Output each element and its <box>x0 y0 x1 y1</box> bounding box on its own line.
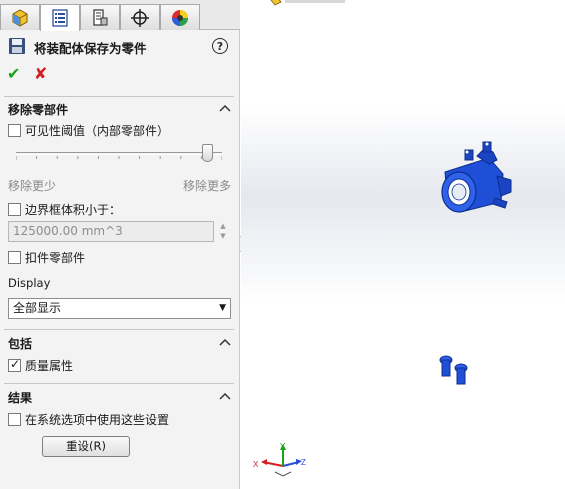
tab-display-manager[interactable] <box>160 4 200 30</box>
slider-ticks <box>16 156 222 160</box>
system-options-label: 在系统选项中使用这些设置 <box>25 413 170 427</box>
mass-properties-label: 质量属性 <box>25 359 74 373</box>
visibility-slider-thumb[interactable] <box>202 144 214 162</box>
ok-button[interactable]: ✔ <box>7 64 20 83</box>
triad-y-label: Y <box>280 442 286 451</box>
display-select[interactable]: 全部显示 ▼ <box>8 298 231 319</box>
tab-feature-manager[interactable] <box>0 4 40 30</box>
mass-properties-checkbox[interactable] <box>8 357 21 372</box>
system-options-checkbox[interactable] <box>8 413 21 426</box>
fastener-checkbox[interactable] <box>8 251 21 264</box>
page-title: 将装配体保存为零件 <box>34 41 147 56</box>
triad-z-label: Z <box>301 458 306 467</box>
feature-tree-stub <box>270 0 345 6</box>
visibility-threshold-label: 可见性阈值（内部零部件） <box>25 124 170 138</box>
help-icon[interactable]: ? <box>212 38 228 54</box>
divider <box>4 383 234 384</box>
crosshair-icon <box>131 8 149 27</box>
reset-button[interactable]: 重设(R) <box>42 436 130 457</box>
chevron-up-icon[interactable] <box>219 103 231 113</box>
slider-max-label: 移除更多 <box>183 179 232 193</box>
chevron-up-icon[interactable] <box>219 391 231 401</box>
color-wheel-icon <box>172 9 188 26</box>
stepper-down-icon[interactable]: ▼ <box>216 231 230 241</box>
property-list-icon <box>52 9 68 27</box>
slider-min-label: 移除更少 <box>8 179 57 193</box>
bbox-volume-stepper[interactable]: ▲ ▼ <box>216 221 230 242</box>
visibility-threshold-checkbox[interactable] <box>8 124 21 137</box>
save-icon <box>9 38 25 54</box>
graphics-area[interactable]: X Y Z <box>241 0 565 489</box>
display-select-value: 全部显示 <box>13 301 62 315</box>
stepper-up-icon[interactable]: ▲ <box>216 221 230 231</box>
chevron-up-icon[interactable] <box>219 337 231 347</box>
chevron-down-icon[interactable]: ▼ <box>219 299 226 318</box>
model-view: X Y Z <box>253 0 512 477</box>
divider <box>4 329 234 330</box>
tab-configuration-manager[interactable] <box>80 4 120 30</box>
bbox-volume-input[interactable]: 125000.00 mm^3 <box>8 221 214 242</box>
feature-tree-icon <box>12 8 28 27</box>
assembly-housing[interactable] <box>441 141 512 213</box>
triad-x-label: X <box>253 460 259 469</box>
cancel-button[interactable]: ✘ <box>34 64 47 83</box>
section-title-include: 包括 <box>8 337 33 351</box>
bolt-part[interactable] <box>454 363 468 385</box>
display-label: Display <box>8 276 51 290</box>
divider <box>4 96 234 97</box>
tab-dimxpert-manager[interactable] <box>120 4 160 30</box>
manager-tabs <box>0 0 240 31</box>
configuration-icon <box>93 8 108 26</box>
property-manager-panel: 将装配体保存为零件 ? ✔ ✘ 移除零部件 可见性阈值（内部零部件） 移除更少 … <box>0 0 240 489</box>
fastener-label: 扣件零部件 <box>25 251 86 265</box>
visibility-slider-track[interactable] <box>16 152 222 155</box>
bolt-part[interactable] <box>439 355 453 377</box>
bbox-volume-label: 边界框体积小于： <box>25 203 122 217</box>
section-title-results: 结果 <box>8 391 33 405</box>
section-title-remove-parts: 移除零部件 <box>8 103 69 117</box>
tab-property-manager[interactable] <box>40 4 80 31</box>
bbox-volume-checkbox[interactable] <box>8 203 21 216</box>
